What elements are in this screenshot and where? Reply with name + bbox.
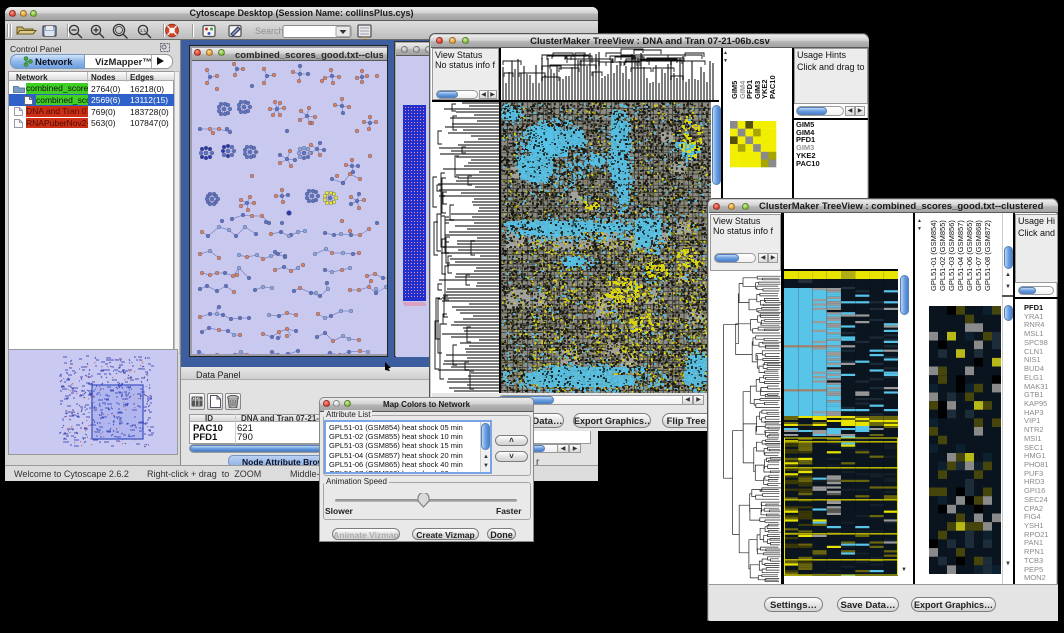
svg-text:GPL51-03 (GSM856): GPL51-03 (GSM856): [947, 220, 956, 291]
svg-text:GPL51-06 (GSM865): GPL51-06 (GSM865): [965, 220, 974, 291]
svg-text:PAC10: PAC10: [768, 75, 777, 99]
svg-text:GPL51-04 (GSM857): GPL51-04 (GSM857): [956, 220, 965, 291]
svg-text:GPL51-08 (GSM872): GPL51-08 (GSM872): [983, 220, 992, 291]
svg-text:GPL51-07 (GSM868): GPL51-07 (GSM868): [974, 220, 983, 291]
svg-text:GPL51-02 (GSM855): GPL51-02 (GSM855): [938, 220, 947, 291]
svg-text:Search:: Search:: [255, 26, 286, 36]
svg-text:1:1: 1:1: [140, 28, 147, 33]
svg-text:GPL51-01 (GSM854): GPL51-01 (GSM854): [929, 220, 938, 291]
